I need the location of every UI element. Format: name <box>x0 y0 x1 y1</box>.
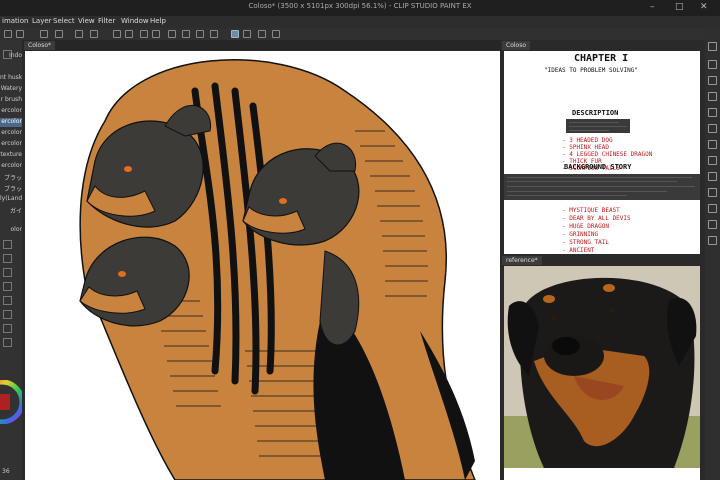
tab-reference-photo[interactable]: reference* <box>502 256 542 265</box>
menu-select[interactable]: Select <box>53 17 75 25</box>
tab-notes-canvas[interactable]: Coloso <box>502 41 530 50</box>
trait-item: - HUGE DRAGON <box>562 223 609 230</box>
notes-subtitle: "IDEAS TO PROBLEM SOLVING" <box>544 67 638 74</box>
color-wheel[interactable] <box>0 380 22 424</box>
grid-icon[interactable] <box>258 30 266 38</box>
panel-toggle-icon[interactable] <box>708 42 717 51</box>
property-checkbox[interactable] <box>3 254 12 263</box>
print-icon[interactable] <box>90 30 98 38</box>
reference-photo-rottweiler[interactable] <box>504 266 700 468</box>
menu-filter[interactable]: Filter <box>98 17 115 25</box>
title-bar: Coloso* (3500 x 5101px 300dpi 56.1%) - C… <box>0 0 720 16</box>
property-checkbox[interactable] <box>3 324 12 333</box>
undo-icon[interactable] <box>113 30 121 38</box>
feature-item: - 4 LEGGED CHINESE DRAGON <box>562 151 653 158</box>
redo-icon[interactable] <box>125 30 133 38</box>
property-checkbox[interactable] <box>3 240 12 249</box>
deselect-icon[interactable] <box>168 30 176 38</box>
panel-toggle-icon[interactable] <box>708 60 717 69</box>
window-title: Coloso* (3500 x 5101px 300dpi 56.1%) - C… <box>248 2 472 10</box>
close-icon[interactable]: ✕ <box>700 2 708 12</box>
panel-header: Indo <box>8 52 22 59</box>
subtool-item[interactable]: ガイ <box>0 206 22 215</box>
panel-toggle-icon[interactable] <box>708 172 717 181</box>
rottweiler-photo-image <box>504 266 700 468</box>
export-icon[interactable] <box>55 30 63 38</box>
menu-animation[interactable]: imation <box>2 17 28 25</box>
subtool-item[interactable]: ly(Land) <box>0 195 22 204</box>
property-checkbox[interactable] <box>3 268 12 277</box>
artwork-three-headed-dog <box>79 59 476 480</box>
snap-special-icon[interactable] <box>243 30 251 38</box>
panel-toggle-icon[interactable] <box>708 140 717 149</box>
subtool-item[interactable]: ercolor <box>0 140 22 149</box>
subtool-item[interactable]: r brush <box>0 96 22 105</box>
feature-item: - SPHINX HEAD <box>562 144 609 151</box>
sub-tool-panel: Indo nt husky Watery r brush ercolor erc… <box>0 40 22 480</box>
eyedropper-icon[interactable] <box>272 30 280 38</box>
trait-item: - DEAR BY ALL DEVIS <box>562 215 631 222</box>
transform-icon[interactable] <box>152 30 160 38</box>
panel-toggle-icon[interactable] <box>708 76 717 85</box>
menu-window[interactable]: Window <box>121 17 149 25</box>
trait-item: - MYSTIQUE BEAST <box>562 207 620 214</box>
new-file-icon[interactable] <box>4 30 12 38</box>
feature-item: - 3 HEADED DOG <box>562 137 613 144</box>
save-icon[interactable] <box>40 30 48 38</box>
panel-toggle-icon[interactable] <box>708 92 717 101</box>
cloud-icon[interactable] <box>75 30 83 38</box>
property-checkbox[interactable] <box>3 310 12 319</box>
notes-heading: CHAPTER I <box>574 53 629 64</box>
menu-help[interactable]: Help <box>150 17 166 25</box>
canvas-tab-bar: Coloso* <box>22 40 500 50</box>
subtool-item[interactable]: ブラッ <box>0 184 22 193</box>
panel-toggle-icon[interactable] <box>708 124 717 133</box>
panel-toggle-icon[interactable] <box>708 188 717 197</box>
panel-toggle-icon[interactable] <box>708 236 717 245</box>
property-checkbox[interactable] <box>3 296 12 305</box>
invert-icon[interactable] <box>182 30 190 38</box>
background-story-heading: BACKGROUND STORY <box>564 163 632 171</box>
property-checkbox[interactable] <box>3 338 12 347</box>
subtool-item[interactable]: ブラッ <box>0 173 22 182</box>
menu-view[interactable]: View <box>78 17 95 25</box>
description-heading: DESCRIPTION <box>572 109 619 117</box>
subtool-item[interactable]: ercolor <box>0 129 22 138</box>
right-side-toolbar <box>705 28 720 480</box>
subtool-item[interactable]: ercolor <box>0 107 22 116</box>
trait-item: - ANCIENT <box>562 247 595 254</box>
main-canvas[interactable] <box>25 51 500 480</box>
snap-icon[interactable] <box>210 30 218 38</box>
snap-ruler-icon[interactable] <box>231 30 239 38</box>
panel-toggle-icon[interactable] <box>708 156 717 165</box>
trait-item: - GRINNING <box>562 231 599 238</box>
tab-main-canvas[interactable]: Coloso* <box>24 41 55 50</box>
minimize-icon[interactable]: – <box>650 2 655 12</box>
menu-layer[interactable]: Layer <box>32 17 52 25</box>
trait-item: - STRONG TAIL <box>562 239 609 246</box>
property-checkbox[interactable] <box>3 282 12 291</box>
color-label: olor <box>10 226 22 233</box>
crop-icon[interactable] <box>196 30 204 38</box>
panel-toggle-icon[interactable] <box>708 220 717 229</box>
subtool-item[interactable]: ercolor <box>0 162 22 171</box>
description-text-box <box>566 119 630 133</box>
subtool-item[interactable]: Watery <box>0 85 22 94</box>
subtool-item-selected[interactable]: ercolor <box>0 118 22 127</box>
subtool-item[interactable]: texture <box>0 151 22 160</box>
clear-icon[interactable] <box>140 30 148 38</box>
open-file-icon[interactable] <box>16 30 24 38</box>
panel-toggle-icon[interactable] <box>708 204 717 213</box>
menu-bar: imation Layer Select View Filter Window … <box>0 16 720 28</box>
panel-toggle-icon[interactable] <box>708 108 717 117</box>
story-text-box <box>504 174 700 200</box>
subtool-item[interactable]: nt husky <box>0 74 22 83</box>
photo-frame-bottom <box>504 468 700 480</box>
maximize-icon[interactable]: □ <box>675 2 684 12</box>
zoom-value: 36 <box>2 468 10 475</box>
notes-document[interactable]: CHAPTER I "IDEAS TO PROBLEM SOLVING" DES… <box>504 51 700 254</box>
